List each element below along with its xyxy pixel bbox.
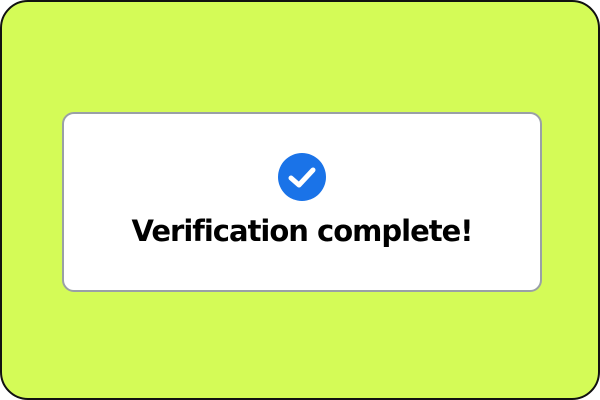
verification-card: Verification complete!	[62, 112, 542, 292]
page-frame: Verification complete!	[0, 0, 600, 400]
check-circle-icon	[278, 152, 326, 201]
verification-message: Verification complete!	[131, 213, 473, 248]
